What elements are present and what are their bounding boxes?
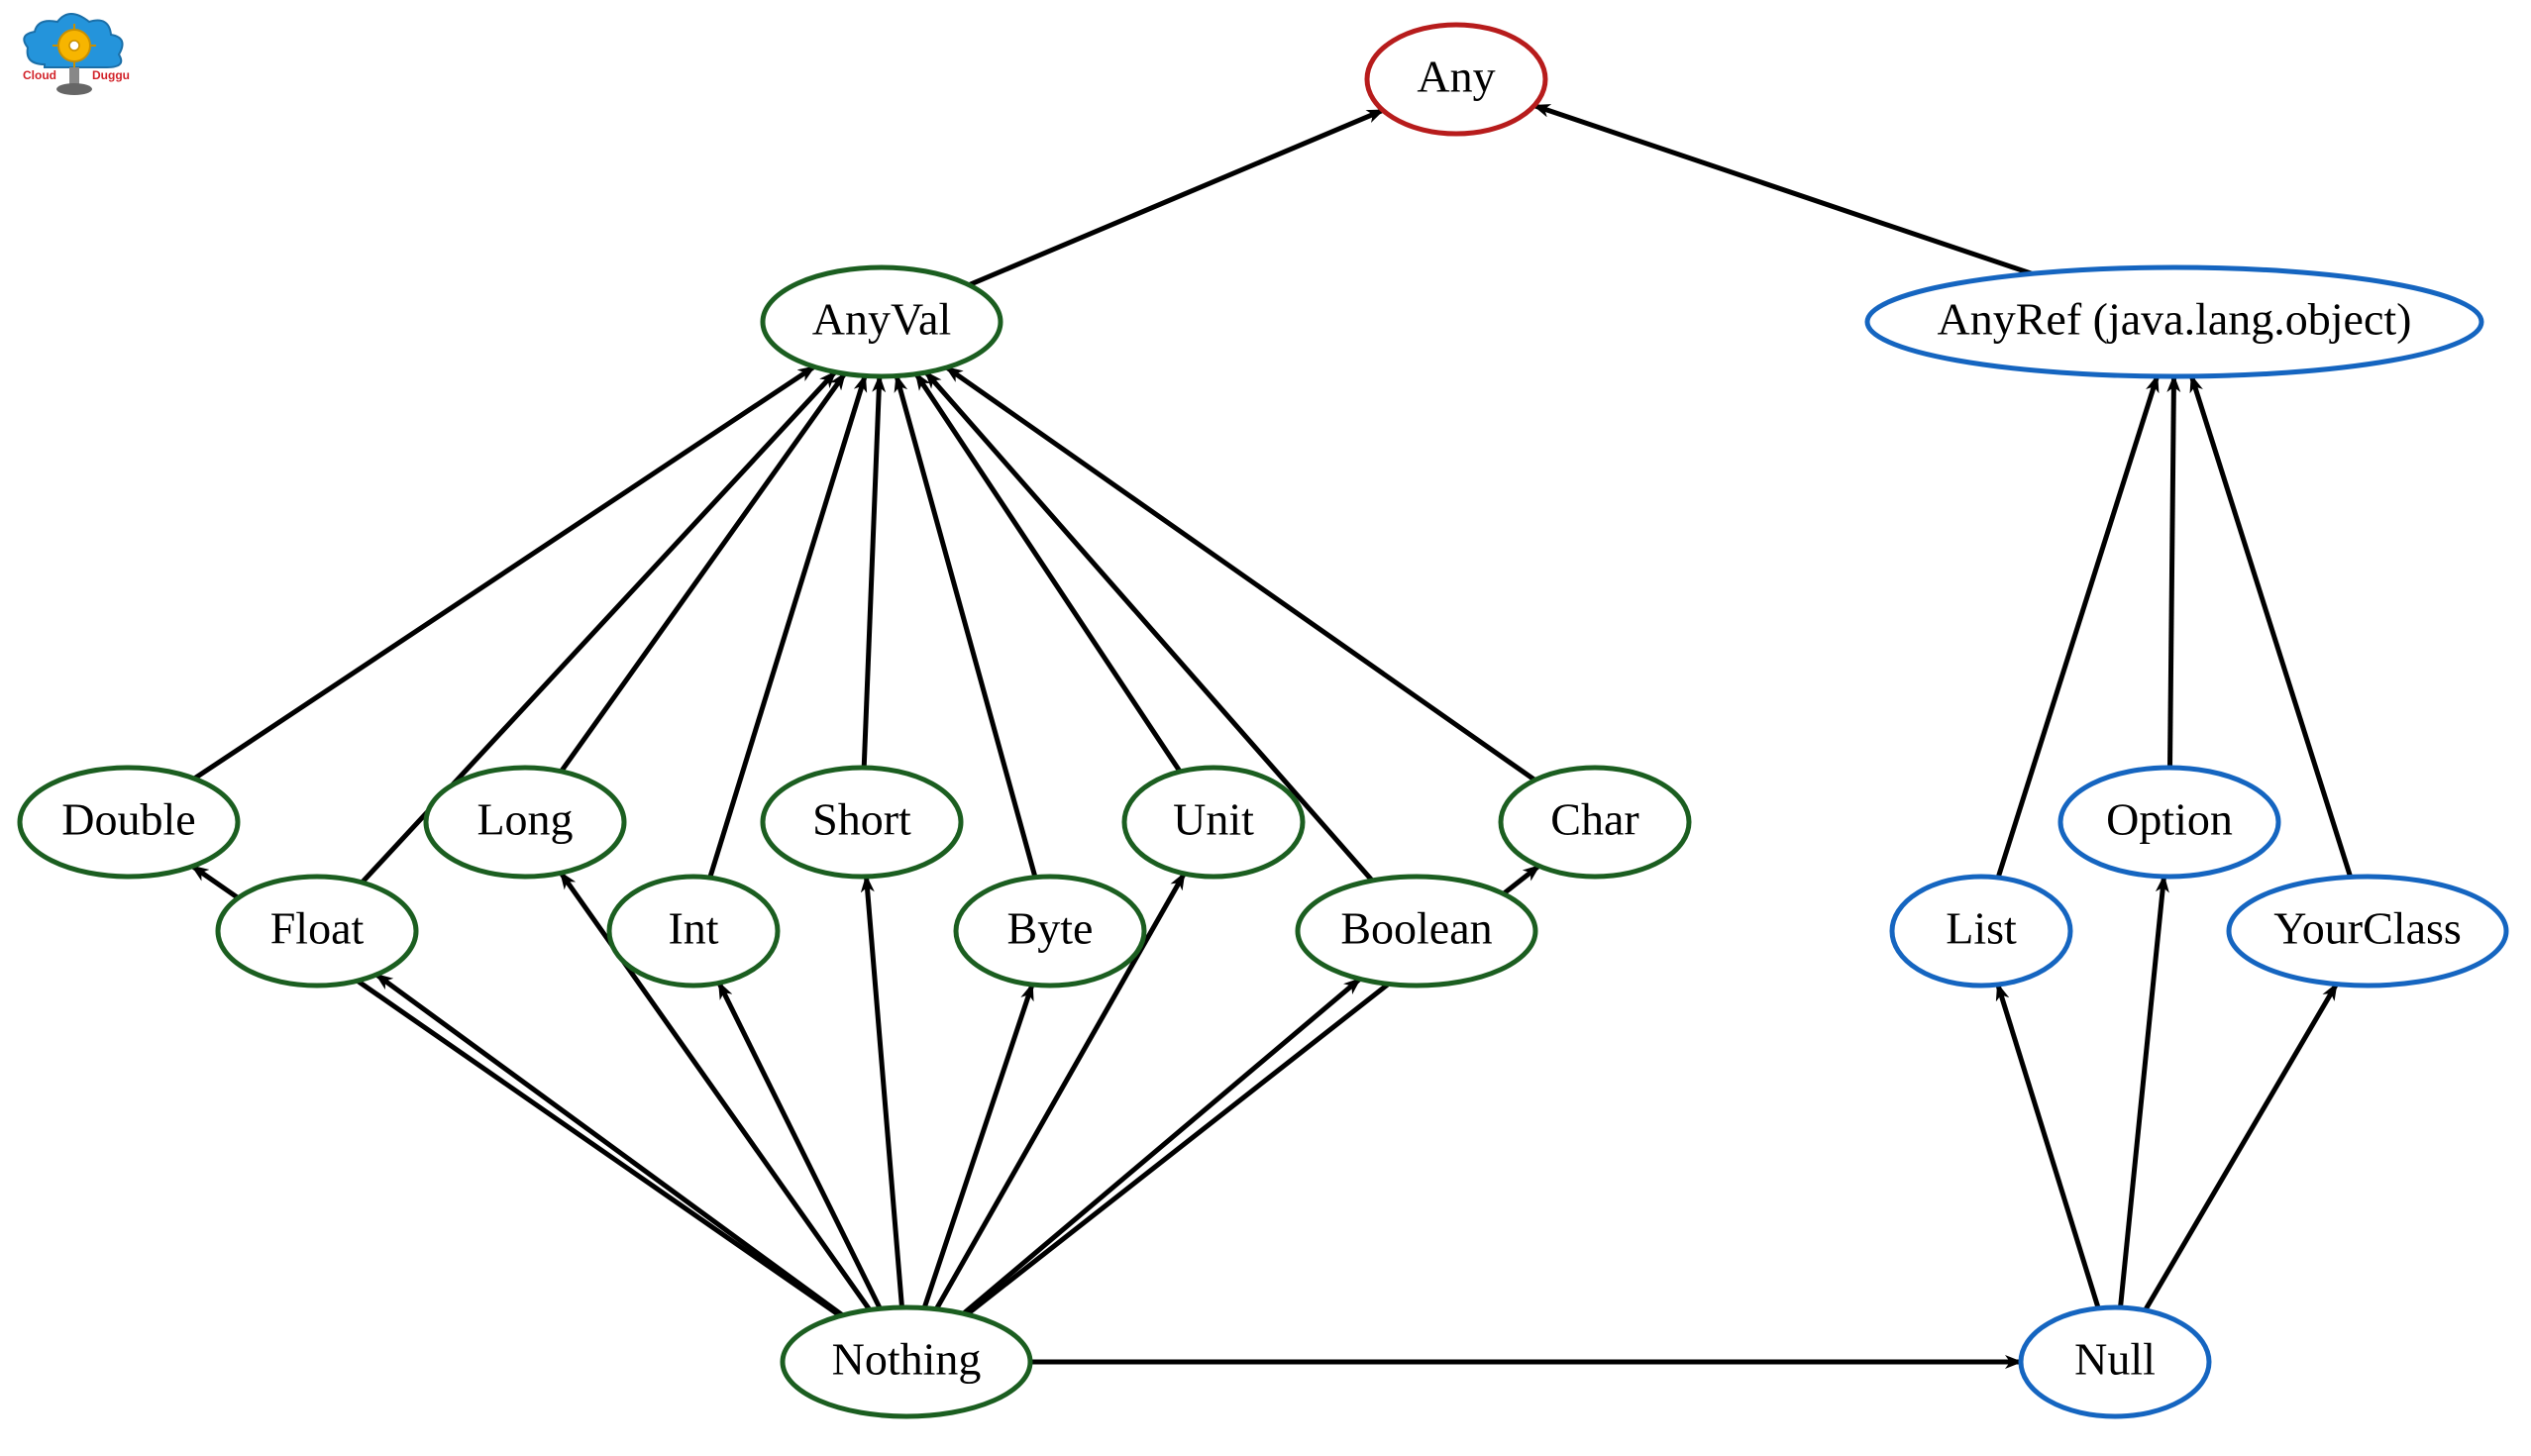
cloudduggu-logo: Cloud Duggu xyxy=(23,14,130,95)
node-nothing: Nothing xyxy=(783,1307,1030,1416)
edge-anyref-to-any xyxy=(1534,106,2032,274)
node-unit: Unit xyxy=(1124,768,1303,877)
edge-nothing-to-byte xyxy=(924,985,1032,1308)
node-label-char: Char xyxy=(1550,794,1638,845)
edge-unit-to-anyval xyxy=(916,374,1180,772)
logo-text-left: Cloud xyxy=(23,68,56,82)
node-char: Char xyxy=(1501,768,1689,877)
node-label-boolean: Boolean xyxy=(1340,903,1492,954)
node-label-short: Short xyxy=(812,794,911,845)
edge-char-to-anyval xyxy=(947,367,1535,780)
node-label-unit: Unit xyxy=(1173,794,1254,845)
node-anyref: AnyRef (java.lang.object) xyxy=(1867,267,2481,376)
node-any: Any xyxy=(1367,25,1545,134)
node-null: Null xyxy=(2021,1307,2209,1416)
node-label-list: List xyxy=(1946,903,2017,954)
node-label-option: Option xyxy=(2106,794,2233,845)
logo-text-right: Duggu xyxy=(92,68,130,82)
edge-nothing-to-short xyxy=(867,877,902,1307)
node-option: Option xyxy=(2060,768,2278,877)
edge-nothing-to-int xyxy=(719,983,881,1308)
node-byte: Byte xyxy=(956,877,1144,986)
edge-null-to-yourclass xyxy=(2146,985,2337,1310)
node-label-any: Any xyxy=(1417,52,1495,102)
edge-null-to-option xyxy=(2121,877,2164,1307)
node-short: Short xyxy=(763,768,961,877)
node-label-long: Long xyxy=(476,794,573,845)
node-double: Double xyxy=(20,768,238,877)
edge-short-to-anyval xyxy=(864,376,880,768)
node-boolean: Boolean xyxy=(1298,877,1535,986)
node-label-int: Int xyxy=(668,903,718,954)
edge-nothing-to-boolean xyxy=(964,979,1360,1313)
node-yourclass: YourClass xyxy=(2229,877,2506,986)
node-label-double: Double xyxy=(61,794,195,845)
node-long: Long xyxy=(426,768,624,877)
node-label-float: Float xyxy=(270,903,365,954)
edge-double-to-anyval xyxy=(194,366,814,779)
node-label-yourclass: YourClass xyxy=(2273,903,2462,954)
node-label-byte: Byte xyxy=(1007,903,1094,954)
node-label-anyref: AnyRef (java.lang.object) xyxy=(1938,294,2412,345)
edge-anyval-to-any xyxy=(969,110,1383,284)
node-int: Int xyxy=(609,877,778,986)
edge-null-to-list xyxy=(1998,985,2098,1308)
node-float: Float xyxy=(218,877,416,986)
edge-option-to-anyref xyxy=(2170,376,2174,768)
node-label-nothing: Nothing xyxy=(832,1334,982,1385)
node-label-null: Null xyxy=(2074,1334,2156,1385)
node-list: List xyxy=(1892,877,2070,986)
node-label-anyval: AnyVal xyxy=(812,294,952,345)
node-anyval: AnyVal xyxy=(763,267,1001,376)
type-hierarchy-diagram: Cloud Duggu Any AnyVal AnyRef (java.lang.o… xyxy=(0,0,2531,1456)
edge-nothing-to-float xyxy=(376,975,842,1315)
